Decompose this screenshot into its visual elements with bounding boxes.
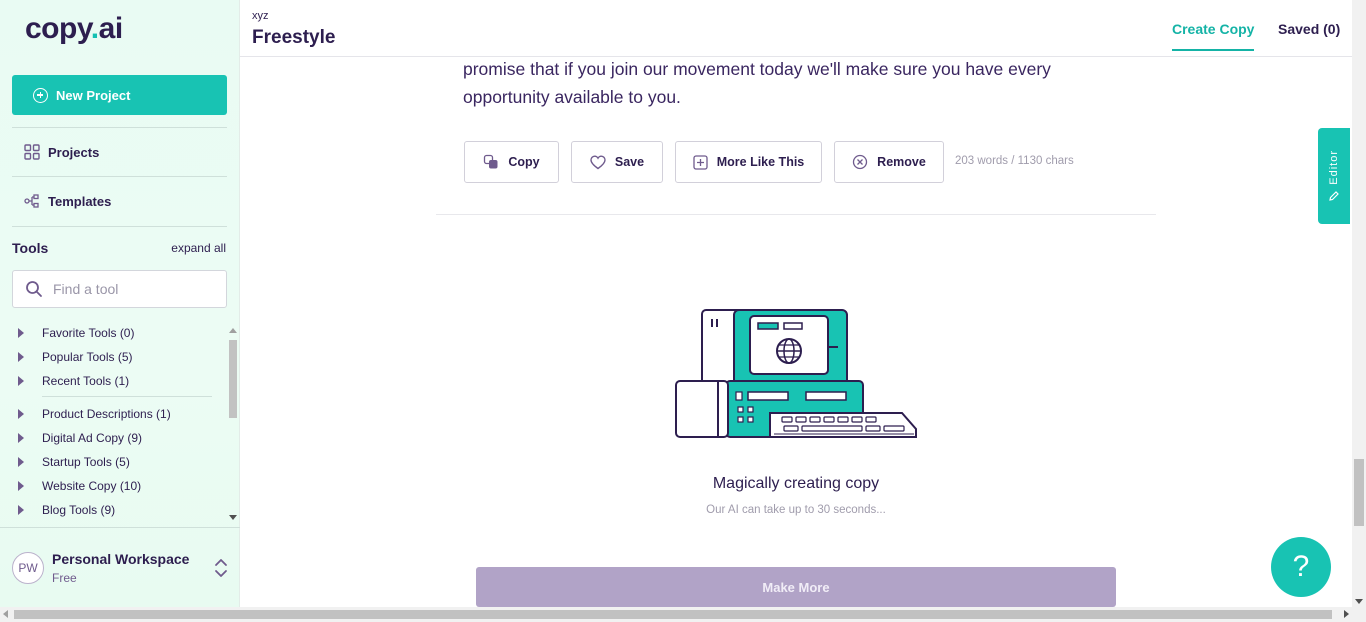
caret-right-icon xyxy=(18,457,24,467)
tab-create-copy[interactable]: Create Copy xyxy=(1172,21,1255,51)
copyai-logo[interactable]: copy.ai xyxy=(25,12,123,46)
caret-right-icon xyxy=(18,433,24,443)
tool-list-scrollbar[interactable] xyxy=(228,326,238,522)
copy-button[interactable]: Copy xyxy=(464,141,559,183)
loading-subtitle: Our AI can take up to 30 seconds... xyxy=(706,504,886,516)
workspace-name: Personal Workspace xyxy=(52,551,190,567)
grid-icon xyxy=(24,144,40,160)
sidebar-item-templates[interactable]: Templates xyxy=(24,193,111,209)
new-project-label: New Project xyxy=(56,87,131,103)
scroll-right-icon[interactable] xyxy=(1344,610,1349,618)
divider xyxy=(12,127,227,128)
caret-right-icon xyxy=(18,328,24,338)
help-button[interactable]: ? xyxy=(1271,537,1331,597)
search-icon xyxy=(26,281,42,297)
avatar: PW xyxy=(12,552,44,584)
sidebar-item-projects[interactable]: Projects xyxy=(24,144,99,160)
divider xyxy=(12,176,227,177)
scroll-up-icon[interactable] xyxy=(229,328,237,333)
heart-icon xyxy=(590,154,606,169)
scrollbar-thumb[interactable] xyxy=(229,340,237,418)
scroll-down-icon[interactable] xyxy=(1355,599,1363,604)
copy-icon xyxy=(484,154,498,169)
tool-category-popular[interactable]: Popular Tools (5) xyxy=(18,350,133,364)
scrollbar-thumb[interactable] xyxy=(1354,459,1364,526)
caret-right-icon xyxy=(18,481,24,491)
word-char-count: 203 words / 1130 chars xyxy=(955,155,1074,167)
tool-list: Favorite Tools (0) Popular Tools (5) Rec… xyxy=(0,322,228,522)
page-title: Freestyle xyxy=(252,27,336,48)
caret-right-icon xyxy=(18,409,24,419)
sidebar: copy.ai New Project Projects Templates T… xyxy=(0,0,240,607)
scrollbar-thumb[interactable] xyxy=(14,610,1332,619)
close-circle-icon xyxy=(853,154,868,170)
sidebar-item-label: Templates xyxy=(48,193,112,209)
loading-title: Magically creating copy xyxy=(712,475,880,492)
chevron-up-down-icon[interactable] xyxy=(214,558,228,578)
editor-tab[interactable]: Editor xyxy=(1318,128,1350,224)
workspace-plan: Free xyxy=(52,571,77,585)
page-scrollbar-horizontal[interactable] xyxy=(0,607,1366,622)
scroll-down-icon[interactable] xyxy=(229,515,237,520)
workspace-switcher[interactable]: PW Personal Workspace Free xyxy=(0,527,240,607)
tool-search[interactable] xyxy=(12,270,227,308)
divider xyxy=(436,214,1156,215)
tool-category-blog-tools[interactable]: Blog Tools (9) xyxy=(18,503,115,517)
plus-square-icon xyxy=(693,154,708,170)
tab-saved[interactable]: Saved (0) xyxy=(1278,21,1340,37)
templates-icon xyxy=(24,194,39,208)
main-content: promise that if you join our movement to… xyxy=(240,57,1352,607)
page-scrollbar-vertical[interactable] xyxy=(1352,0,1366,607)
editor-tab-label: Editor xyxy=(1328,149,1340,185)
plus-circle-icon xyxy=(33,87,48,103)
search-input[interactable] xyxy=(53,281,203,297)
top-header: xyz Freestyle Create Copy Saved (0) xyxy=(240,0,1352,57)
tools-heading: Tools xyxy=(12,240,49,256)
divider xyxy=(42,396,212,397)
tool-category-recent[interactable]: Recent Tools (1) xyxy=(18,374,129,388)
expand-all-link[interactable]: expand all xyxy=(171,241,226,255)
project-subtitle: xyz xyxy=(252,10,269,22)
remove-button[interactable]: Remove xyxy=(834,141,944,183)
divider xyxy=(12,226,227,227)
tool-category-website-copy[interactable]: Website Copy (10) xyxy=(18,479,141,493)
generated-copy-text: promise that if you join our movement to… xyxy=(463,59,1051,107)
computer-illustration xyxy=(675,309,917,438)
tool-category-digital-ad-copy[interactable]: Digital Ad Copy (9) xyxy=(18,431,142,445)
save-button[interactable]: Save xyxy=(571,141,663,183)
make-more-button[interactable]: Make More xyxy=(476,567,1116,607)
new-project-button[interactable]: New Project xyxy=(12,75,227,115)
caret-right-icon xyxy=(18,376,24,386)
tool-category-favorite[interactable]: Favorite Tools (0) xyxy=(18,326,134,340)
scroll-left-icon[interactable] xyxy=(3,610,8,618)
caret-right-icon xyxy=(18,352,24,362)
sidebar-item-label: Projects xyxy=(48,144,100,160)
more-like-this-button[interactable]: More Like This xyxy=(675,141,822,183)
caret-right-icon xyxy=(18,505,24,515)
pencil-icon xyxy=(1329,191,1339,202)
tool-category-product-descriptions[interactable]: Product Descriptions (1) xyxy=(18,407,171,421)
tool-category-startup-tools[interactable]: Startup Tools (5) xyxy=(18,455,130,469)
